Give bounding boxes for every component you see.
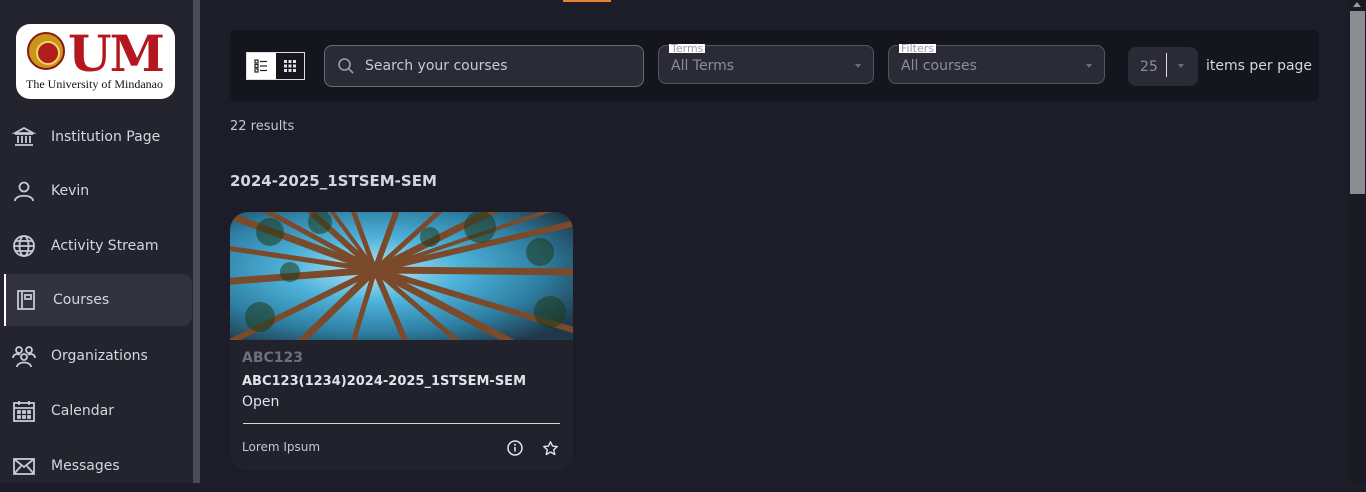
sidebar-item-label: Institution Page (51, 129, 161, 145)
chevron-down-icon (1178, 64, 1184, 68)
course-card[interactable]: ABC123 ABC123(1234)2024-2025_1STSEM-SEM … (230, 212, 573, 470)
organizations-icon (11, 343, 37, 369)
active-tab-indicator (563, 0, 611, 2)
logo-subtitle: The University of Mindanao (26, 77, 163, 91)
calendar-icon (11, 398, 37, 424)
university-logo[interactable]: UM The University of Mindanao (16, 24, 175, 99)
scrollbar[interactable] (1349, 0, 1366, 483)
course-search[interactable] (324, 45, 644, 87)
filters-select[interactable]: Filters All courses (888, 44, 1105, 84)
courses-icon (13, 287, 39, 313)
filters-value: All courses (901, 58, 977, 74)
results-count: 22 results (230, 119, 295, 134)
sidebar-divider (193, 0, 200, 483)
globe-icon (11, 233, 37, 259)
sidebar: UM The University of Mindanao Institutio… (0, 0, 193, 483)
scroll-up-arrow-icon[interactable] (1353, 2, 1361, 7)
items-per-page-label: items per page (1206, 58, 1313, 74)
scrollbar-thumb[interactable] (1350, 11, 1365, 194)
card-divider (243, 423, 560, 424)
logo-wordmark: UM (68, 24, 165, 83)
course-title[interactable]: ABC123(1234)2024-2025_1STSEM-SEM (242, 374, 526, 389)
course-toolbar: Terms All Terms Filters All courses 25 i… (230, 30, 1319, 101)
sidebar-item-label: Organizations (51, 348, 148, 364)
items-per-page-select[interactable]: 25 (1128, 47, 1198, 86)
sidebar-item-courses[interactable]: Courses (4, 274, 192, 326)
user-icon (11, 178, 37, 204)
envelope-icon (11, 453, 37, 479)
sidebar-item-label: Messages (51, 458, 120, 474)
course-info-button[interactable] (506, 439, 524, 457)
term-heading: 2024-2025_1STSEM-SEM (230, 172, 437, 190)
sidebar-item-organizations[interactable]: Organizations (4, 330, 192, 382)
select-separator (1166, 53, 1167, 77)
course-code: ABC123 (242, 350, 304, 366)
star-icon (542, 440, 558, 455)
institution-icon (11, 124, 37, 150)
terms-label: Terms (669, 44, 706, 53)
university-seal-icon (27, 32, 65, 70)
search-icon (337, 57, 355, 75)
search-input[interactable] (365, 58, 615, 74)
sidebar-item-messages[interactable]: Messages (4, 440, 192, 492)
grid-view-icon (283, 60, 296, 72)
view-toggle[interactable] (246, 52, 305, 80)
terms-select[interactable]: Terms All Terms (658, 44, 874, 84)
sidebar-item-label: Kevin (51, 183, 90, 199)
list-view-icon (254, 59, 268, 73)
chevron-down-icon (1086, 64, 1092, 68)
sidebar-item-calendar[interactable]: Calendar (4, 385, 192, 437)
items-per-page-value: 25 (1140, 59, 1158, 75)
sidebar-item-label: Activity Stream (51, 238, 159, 254)
sidebar-item-institution-page[interactable]: Institution Page (4, 111, 192, 163)
filters-label: Filters (899, 44, 936, 53)
grid-view-button[interactable] (275, 53, 304, 79)
sidebar-item-profile[interactable]: Kevin (4, 165, 192, 217)
sidebar-item-activity-stream[interactable]: Activity Stream (4, 220, 192, 272)
terms-value: All Terms (671, 58, 735, 74)
favorite-button[interactable] (541, 439, 559, 457)
course-banner-image[interactable] (230, 212, 573, 340)
course-status: Open (242, 394, 280, 410)
sidebar-item-label: Courses (53, 292, 110, 308)
course-instructor: Lorem Ipsum (242, 440, 321, 454)
info-icon (507, 440, 523, 456)
list-view-button[interactable] (247, 53, 276, 79)
chevron-down-icon (855, 64, 861, 68)
sidebar-item-label: Calendar (51, 403, 114, 419)
